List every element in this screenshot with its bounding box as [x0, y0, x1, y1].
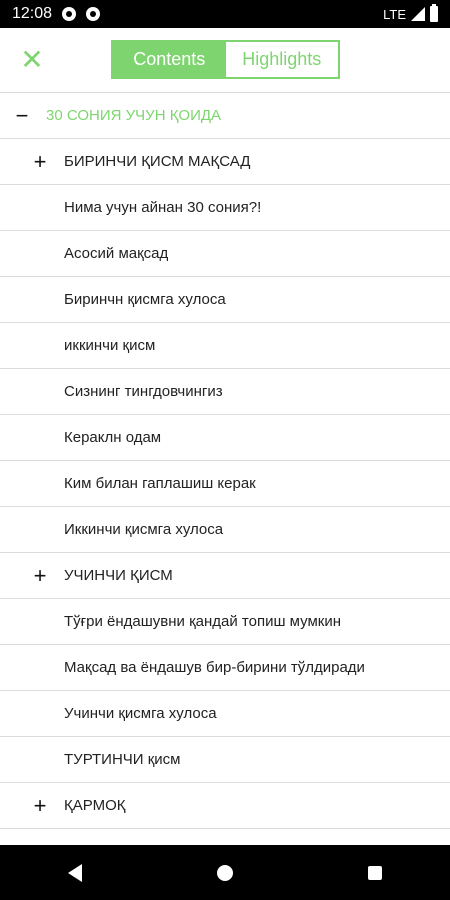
app-header: ✕ Contents Highlights: [0, 28, 450, 92]
settings-icon: [62, 7, 77, 21]
status-bar: 12:08 LTE: [0, 0, 450, 28]
toc-item[interactable]: Мақсад ва ёндашув бир-бирини тўлдиради: [0, 645, 450, 691]
toc-item[interactable]: Нима учун айнан 30 сония?!: [0, 185, 450, 231]
toc-item-label: Ким билан гаплашиш керак: [64, 475, 256, 492]
toc-item[interactable]: Учинчи қисмга хулоса: [0, 691, 450, 737]
collapse-icon[interactable]: −: [12, 103, 32, 129]
expand-icon[interactable]: +: [30, 149, 50, 175]
toc-item[interactable]: Биринчн қисмга хулоса: [0, 277, 450, 323]
back-icon[interactable]: [67, 863, 82, 882]
status-indicators: LTE: [383, 4, 438, 22]
toc-item[interactable]: иккинчи қисм: [0, 323, 450, 369]
battery-icon: [430, 4, 438, 22]
home-icon[interactable]: [216, 864, 233, 881]
toc-item[interactable]: ТУРТИНЧИ қисм: [0, 737, 450, 783]
toc-item-label: ҚАРМОҚ: [64, 797, 126, 814]
toc-item[interactable]: + ҚАРМОҚ: [0, 783, 450, 829]
toc-item-label: УЧИНЧИ ҚИСМ: [64, 567, 173, 584]
close-button[interactable]: ✕: [18, 46, 46, 74]
table-of-contents-list: −30 СОНИЯ УЧУН ҚОИДА + БИРИНЧИ ҚИСМ МАҚСАД…: [0, 92, 450, 846]
status-time: 12:08: [12, 5, 53, 22]
settings-icon: [86, 7, 101, 21]
toc-item-label: 30 СОНИЯ УЧУН ҚОИДА: [46, 107, 222, 124]
toc-item[interactable]: −30 СОНИЯ УЧУН ҚОИДА: [0, 93, 450, 139]
toc-item[interactable]: Ким билан гаплашиш керак: [0, 461, 450, 507]
toc-item-label: БИРИНЧИ ҚИСМ МАҚСАД: [64, 153, 251, 170]
toc-item-label: Нима учун айнан 30 сония?!: [64, 199, 262, 216]
toc-item-label: Асосий мақсад: [64, 245, 169, 262]
toc-item-label: Мақсад ва ёндашув бир-бирини тўлдиради: [64, 659, 365, 676]
recents-icon[interactable]: [368, 865, 383, 880]
tab-bar: Contents Highlights: [111, 40, 340, 79]
toc-item-label: Иккинчи қисмга хулоса: [64, 521, 224, 538]
toc-item[interactable]: Асосий мақсад: [0, 231, 450, 277]
toc-item[interactable]: Сизнинг тингдовчингиз: [0, 369, 450, 415]
toc-item[interactable]: Кераклн одам: [0, 415, 450, 461]
toc-item-label: Сизнинг тингдовчингиз: [64, 383, 223, 400]
close-icon: ✕: [20, 44, 44, 75]
signal-icon: [411, 7, 425, 21]
toc-item[interactable]: Тўғри ёндашувни қандай топиш мумкин: [0, 599, 450, 645]
tab-highlights[interactable]: Highlights: [225, 42, 338, 77]
toc-item[interactable]: + БИРИНЧИ ҚИСМ МАҚСАД: [0, 139, 450, 185]
network-label: LTE: [383, 6, 406, 22]
toc-item-label: ТУРТИНЧИ қисм: [64, 751, 181, 768]
navigation-bar: [0, 845, 450, 900]
toc-item[interactable]: + УЧИНЧИ ҚИСМ: [0, 553, 450, 599]
toc-item-label: Кераклн одам: [64, 429, 162, 446]
toc-item-label: Биринчн қисмга хулоса: [64, 291, 226, 308]
expand-icon[interactable]: +: [30, 563, 50, 589]
toc-item-label: иккинчи қисм: [64, 337, 156, 354]
toc-item-label: Учинчи қисмга хулоса: [64, 705, 217, 722]
tab-contents[interactable]: Contents: [113, 42, 226, 77]
toc-item-label: Тўғри ёндашувни қандай топиш мумкин: [64, 613, 342, 630]
toc-item[interactable]: Иккинчи қисмга хулоса: [0, 507, 450, 553]
expand-icon[interactable]: +: [30, 793, 50, 819]
